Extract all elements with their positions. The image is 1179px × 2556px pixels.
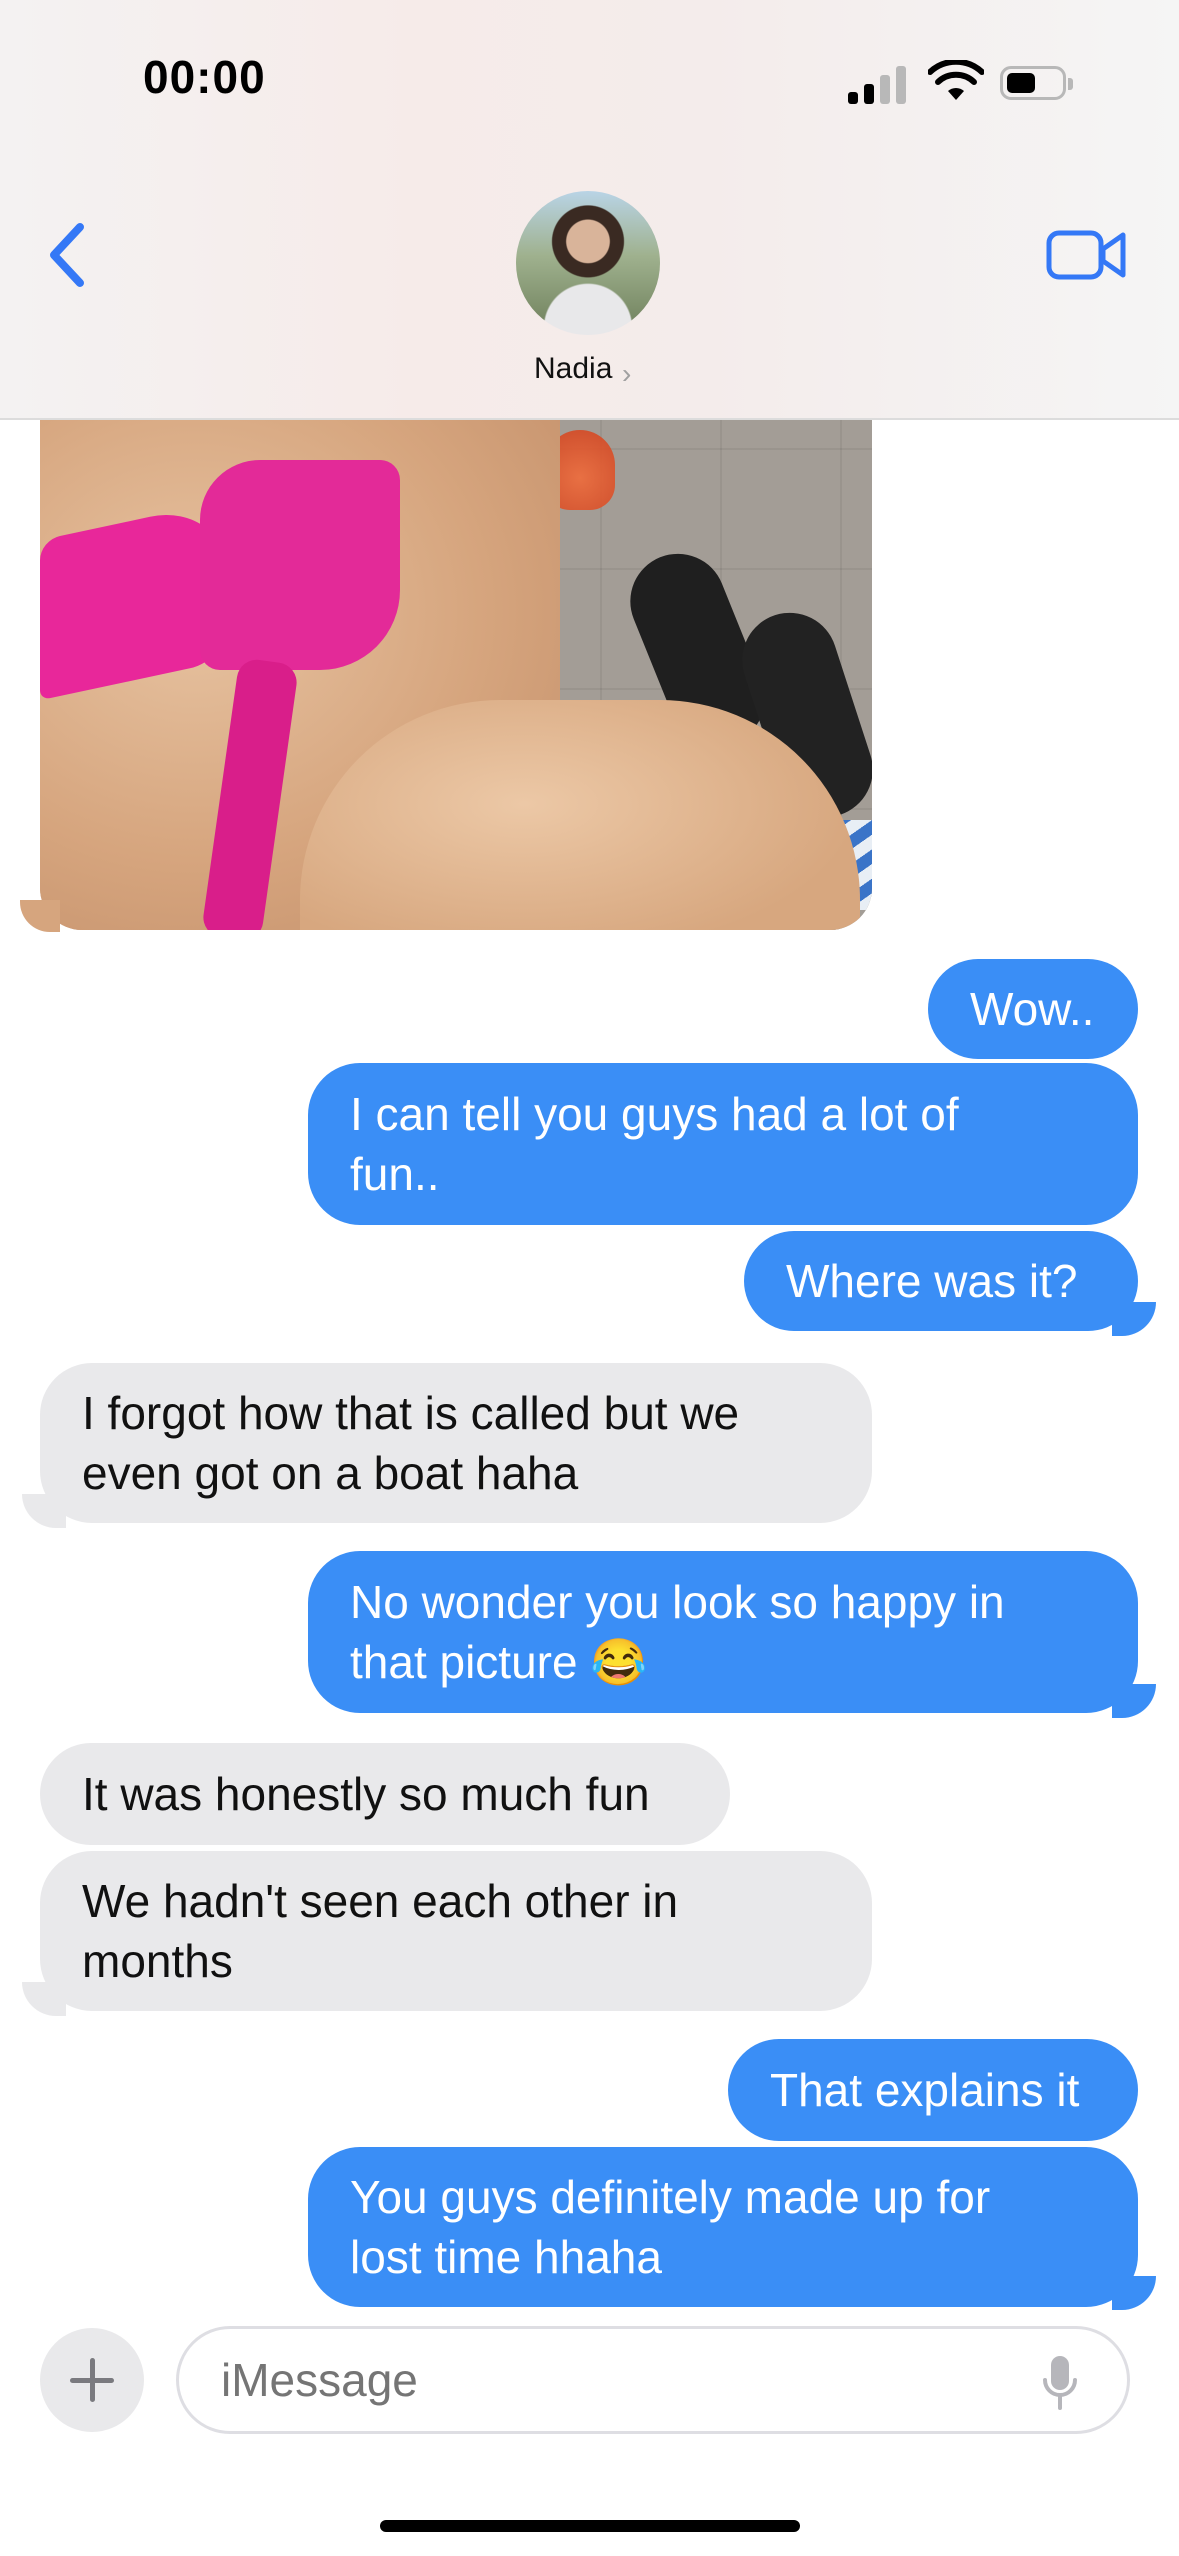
microphone-icon[interactable] bbox=[1042, 2354, 1078, 2414]
photo-bikini bbox=[200, 460, 400, 670]
message-text: Where was it? bbox=[786, 1255, 1078, 1307]
wifi-icon bbox=[928, 60, 984, 100]
message-bubble-outgoing[interactable]: Wow.. bbox=[928, 959, 1138, 1059]
bubble-tail bbox=[20, 900, 60, 932]
message-text: Wow.. bbox=[970, 983, 1095, 1035]
bubble-tail bbox=[22, 1982, 66, 2016]
message-bubble-outgoing[interactable]: You guys definitely made up for lost tim… bbox=[308, 2147, 1138, 2307]
photo-attachment[interactable] bbox=[40, 400, 872, 930]
message-text: We hadn't seen each other in months bbox=[82, 1875, 679, 1987]
cellular-signal-icon bbox=[848, 62, 908, 104]
chevron-left-icon[interactable] bbox=[40, 215, 100, 295]
status-time: 00:00 bbox=[143, 51, 266, 103]
message-bubble-incoming[interactable]: I forgot how that is called but we even … bbox=[40, 1363, 872, 1523]
message-input[interactable] bbox=[176, 2326, 1130, 2434]
message-text: I can tell you guys had a lot of fun.. bbox=[350, 1088, 959, 1200]
message-bubble-incoming[interactable]: It was honestly so much fun bbox=[40, 1743, 730, 1845]
contact-name[interactable]: Nadia bbox=[534, 352, 612, 386]
message-bubble-incoming[interactable]: We hadn't seen each other in months bbox=[40, 1851, 872, 2011]
message-bubble-outgoing[interactable]: I can tell you guys had a lot of fun.. bbox=[308, 1063, 1138, 1225]
plus-icon[interactable] bbox=[40, 2328, 144, 2432]
message-text: You guys definitely made up for lost tim… bbox=[350, 2171, 991, 2283]
video-camera-icon[interactable] bbox=[1045, 225, 1127, 285]
message-text: It was honestly so much fun bbox=[82, 1768, 650, 1820]
avatar[interactable] bbox=[516, 191, 660, 335]
home-indicator bbox=[380, 2520, 800, 2532]
message-bubble-outgoing[interactable]: Where was it? bbox=[744, 1231, 1138, 1331]
bubble-tail bbox=[1112, 1302, 1156, 1336]
message-bubble-outgoing[interactable]: That explains it bbox=[728, 2039, 1138, 2141]
conversation-header: 00:00 Nadia › bbox=[0, 0, 1179, 420]
bubble-tail bbox=[1112, 1684, 1156, 1718]
message-text: That explains it bbox=[770, 2064, 1080, 2116]
chevron-right-icon: › bbox=[622, 358, 632, 389]
message-text: No wonder you look so happy in that pict… bbox=[350, 1576, 1005, 1688]
message-text: I forgot how that is called but we even … bbox=[82, 1387, 740, 1499]
bubble-tail bbox=[1112, 2276, 1156, 2310]
message-bubble-outgoing[interactable]: No wonder you look so happy in that pict… bbox=[308, 1551, 1138, 1713]
battery-icon bbox=[1000, 66, 1073, 100]
bubble-tail bbox=[22, 1494, 66, 1528]
